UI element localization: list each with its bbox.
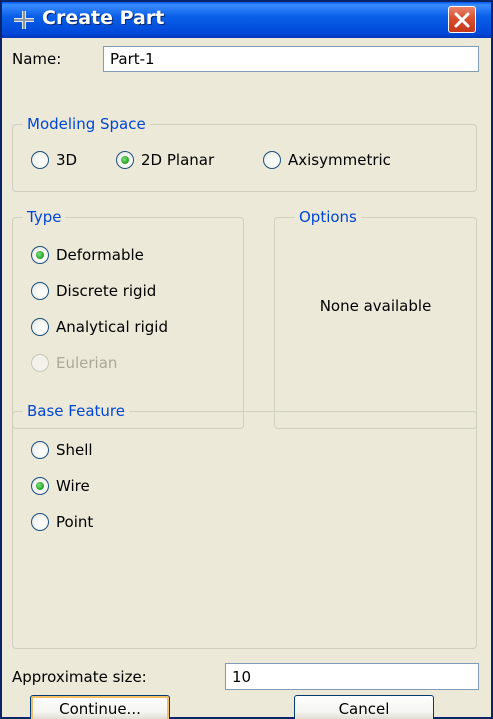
radio-discrete-rigid-button[interactable] (31, 282, 49, 300)
radio-shell-button[interactable] (31, 441, 49, 459)
base-feature-title: Base Feature (23, 401, 129, 421)
radio-point-label: Point (56, 513, 94, 531)
approximate-size-row: Approximate size: (10, 661, 485, 691)
options-title: Options (295, 207, 361, 227)
radio-shell-label: Shell (56, 441, 93, 459)
continue-button[interactable]: Continue... (30, 695, 170, 719)
radio-shell[interactable]: Shell (31, 439, 93, 461)
plus-cross-icon (14, 11, 34, 29)
modeling-space-group: Modeling Space 3D 2D Planar Axisymmetric (12, 114, 477, 192)
name-row: Name: (10, 44, 485, 74)
radio-2d-planar-label: 2D Planar (141, 151, 215, 169)
close-button[interactable] (448, 6, 476, 33)
radio-deformable[interactable]: Deformable (31, 244, 144, 266)
radio-point[interactable]: Point (31, 511, 93, 533)
title-bar[interactable]: Create Part (2, 2, 491, 38)
radio-analytical-rigid-label: Analytical rigid (56, 318, 168, 336)
base-feature-group: Base Feature Shell Wire Point (12, 401, 477, 649)
radio-axisymmetric-button[interactable] (263, 151, 281, 169)
radio-analytical-rigid-button[interactable] (31, 318, 49, 336)
cancel-button[interactable]: Cancel (294, 695, 434, 719)
radio-discrete-rigid-label: Discrete rigid (56, 282, 157, 300)
dialog-title: Create Part (42, 7, 165, 29)
dialog-body: Name: Modeling Space 3D 2D Planar Axisym… (10, 44, 485, 719)
radio-wire-label: Wire (56, 477, 90, 495)
radio-2d-planar-button[interactable] (116, 151, 134, 169)
radio-eulerian-button (31, 354, 49, 372)
radio-deformable-button[interactable] (31, 246, 49, 264)
radio-3d[interactable]: 3D (31, 149, 77, 171)
radio-eulerian-label: Eulerian (56, 354, 118, 372)
create-part-dialog: Create Part Name: Modeling Space 3D 2D P… (0, 0, 493, 719)
radio-wire-button[interactable] (31, 477, 49, 495)
radio-3d-button[interactable] (31, 151, 49, 169)
type-group: Type Deformable Discrete rigid Analytica… (12, 207, 244, 429)
radio-2d-planar[interactable]: 2D Planar (116, 149, 214, 171)
radio-wire[interactable]: Wire (31, 475, 90, 497)
approximate-size-input[interactable] (225, 663, 479, 690)
name-input[interactable] (103, 46, 479, 72)
approximate-size-label: Approximate size: (12, 668, 147, 686)
radio-analytical-rigid[interactable]: Analytical rigid (31, 316, 168, 338)
radio-axisymmetric[interactable]: Axisymmetric (263, 149, 391, 171)
radio-point-button[interactable] (31, 513, 49, 531)
options-group: Options None available (274, 207, 477, 429)
radio-discrete-rigid[interactable]: Discrete rigid (31, 280, 156, 302)
radio-3d-label: 3D (56, 151, 78, 169)
type-title: Type (23, 207, 66, 227)
name-label: Name: (12, 50, 62, 68)
modeling-space-title: Modeling Space (23, 114, 150, 134)
radio-eulerian: Eulerian (31, 352, 117, 374)
radio-axisymmetric-label: Axisymmetric (288, 151, 391, 169)
radio-deformable-label: Deformable (56, 246, 144, 264)
none-available-text: None available (319, 297, 432, 315)
